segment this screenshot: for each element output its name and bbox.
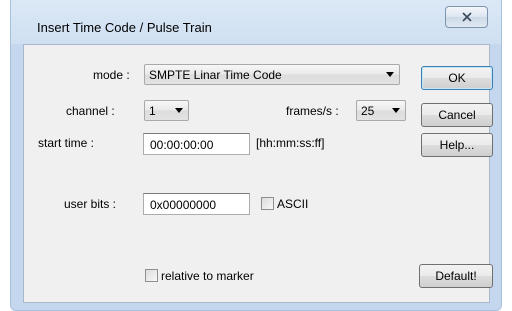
mode-select-value: SMPTE Linar Time Code bbox=[149, 68, 282, 82]
chevron-down-icon bbox=[392, 108, 400, 113]
chevron-down-icon bbox=[175, 108, 183, 113]
channel-label: channel : bbox=[66, 104, 115, 118]
ascii-checkbox[interactable] bbox=[261, 197, 274, 210]
relative-to-marker-checkbox[interactable] bbox=[145, 269, 158, 282]
frames-select[interactable]: 25 bbox=[356, 100, 406, 121]
help-button[interactable]: Help... bbox=[421, 133, 493, 157]
ok-button[interactable]: OK bbox=[421, 66, 493, 90]
start-time-format-hint: [hh:mm:ss:ff] bbox=[256, 136, 325, 150]
chevron-down-icon bbox=[386, 72, 394, 77]
close-button[interactable] bbox=[445, 6, 488, 28]
ascii-label: ASCII bbox=[277, 197, 309, 211]
title-bar[interactable]: Insert Time Code / Pulse Train bbox=[11, 0, 501, 44]
start-time-label: start time : bbox=[38, 136, 95, 150]
default-button[interactable]: Default! bbox=[419, 264, 493, 288]
user-bits-value: 0x00000000 bbox=[150, 198, 217, 212]
cancel-button[interactable]: Cancel bbox=[421, 103, 493, 127]
relative-to-marker-label: relative to marker bbox=[161, 269, 254, 283]
close-icon bbox=[461, 12, 472, 22]
insert-time-code-dialog: Insert Time Code / Pulse Train mode : SM… bbox=[10, 0, 502, 311]
user-bits-input[interactable]: 0x00000000 bbox=[143, 193, 250, 215]
mode-label: mode : bbox=[93, 68, 130, 82]
frames-select-value: 25 bbox=[361, 104, 375, 118]
user-bits-label: user bits : bbox=[64, 197, 117, 211]
start-time-value: 00:00:00:00 bbox=[150, 138, 214, 152]
frames-label: frames/s : bbox=[286, 104, 339, 118]
dialog-title: Insert Time Code / Pulse Train bbox=[37, 20, 212, 35]
start-time-input[interactable]: 00:00:00:00 bbox=[143, 133, 250, 155]
mode-select[interactable]: SMPTE Linar Time Code bbox=[144, 64, 400, 85]
dialog-content: mode : SMPTE Linar Time Code channel : 1… bbox=[23, 44, 493, 303]
channel-select[interactable]: 1 bbox=[144, 100, 189, 121]
channel-select-value: 1 bbox=[149, 104, 156, 118]
